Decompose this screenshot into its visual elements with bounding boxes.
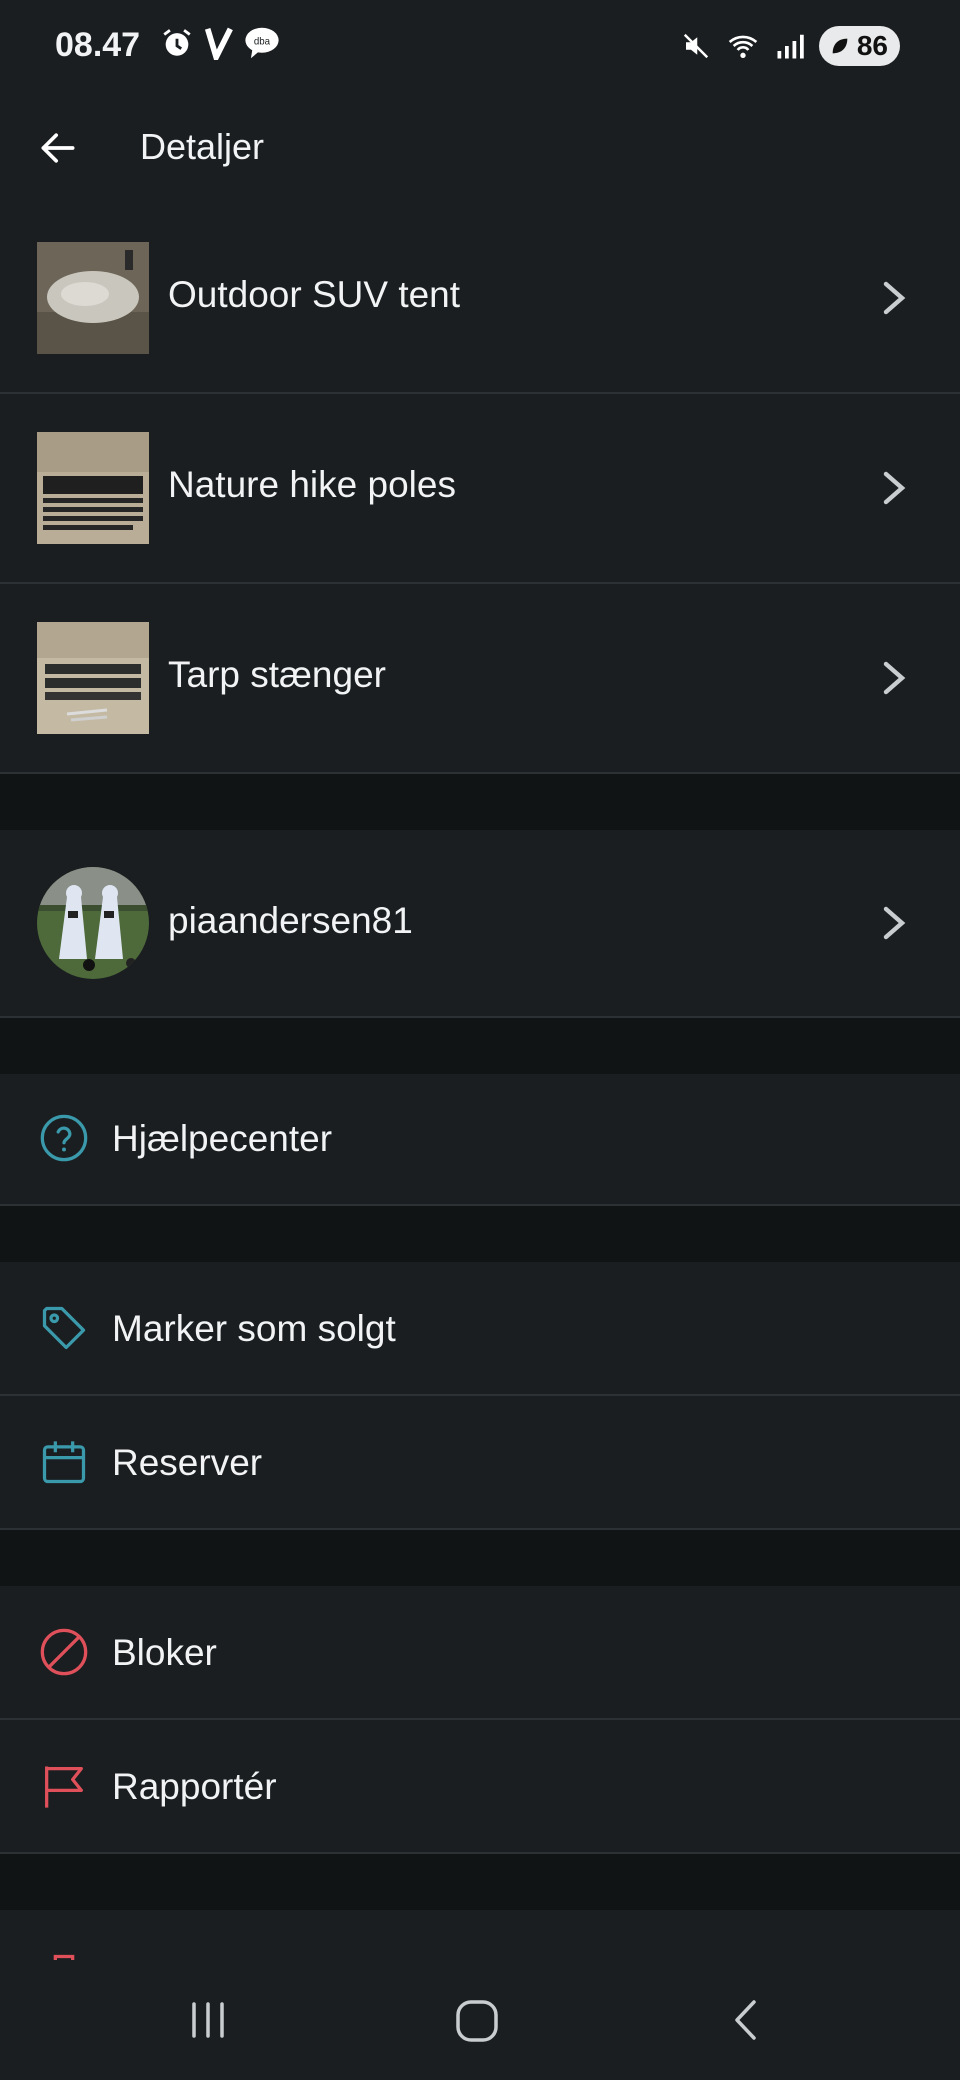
question-circle-icon <box>40 1114 88 1162</box>
help-center-label: Hjælpecenter <box>112 1118 333 1159</box>
tag-icon <box>42 1306 86 1350</box>
mark-sold-label: Marker som solgt <box>112 1308 396 1349</box>
item-thumbnail <box>37 432 149 544</box>
section-separator <box>0 1018 960 1074</box>
block-button[interactable]: Bloker <box>0 1586 960 1720</box>
chevron-right-icon <box>883 471 906 505</box>
dba-chat-icon: dba <box>245 27 279 59</box>
home-icon[interactable] <box>454 1998 500 2044</box>
status-time: 08.47 <box>55 26 141 64</box>
page-title: Detaljer <box>140 126 265 167</box>
item-title: Nature hike poles <box>168 464 456 505</box>
item-thumbnail <box>37 242 149 354</box>
signal-icon <box>777 34 804 59</box>
block-icon <box>40 1628 88 1676</box>
item-row-tarp-staenger[interactable]: Tarp stænger <box>0 584 960 774</box>
report-button[interactable]: Rapportér <box>0 1720 960 1854</box>
back-button[interactable] <box>26 116 90 180</box>
system-navigation-bar <box>0 1960 960 2080</box>
reserve-button[interactable]: Reserver <box>0 1396 960 1530</box>
battery-indicator: 86 <box>818 26 900 66</box>
chevron-right-icon <box>883 906 906 940</box>
chevron-right-icon <box>883 281 906 315</box>
app-bar: Detaljer <box>0 96 960 206</box>
item-title: Outdoor SUV tent <box>168 274 461 315</box>
seller-row[interactable]: piaandersen81 <box>0 830 960 1018</box>
back-nav-icon[interactable] <box>728 1996 762 2044</box>
flag-icon <box>45 1766 83 1808</box>
v-app-icon <box>204 27 233 60</box>
report-label: Rapportér <box>112 1766 277 1807</box>
seller-username: piaandersen81 <box>168 900 413 941</box>
section-separator <box>0 1854 960 1910</box>
reserve-label: Reserver <box>112 1442 263 1483</box>
alarm-icon <box>163 29 191 56</box>
section-separator <box>0 1206 960 1262</box>
status-bar: 08.47 dba 86 <box>0 0 960 96</box>
recent-apps-icon[interactable] <box>188 1998 228 2042</box>
mute-icon <box>683 33 708 59</box>
item-thumbnail <box>37 622 149 734</box>
avatar <box>37 867 149 979</box>
chevron-right-icon <box>883 661 906 695</box>
calendar-icon <box>42 1441 86 1484</box>
svg-text:dba: dba <box>254 36 271 47</box>
section-separator <box>0 774 960 830</box>
item-row-outdoor-suv-tent[interactable]: Outdoor SUV tent <box>0 204 960 394</box>
arrow-left-icon <box>41 133 75 163</box>
item-row-nature-hike-poles[interactable]: Nature hike poles <box>0 394 960 584</box>
section-separator <box>0 1530 960 1586</box>
item-title: Tarp stænger <box>168 654 386 695</box>
help-center-row[interactable]: Hjælpecenter <box>0 1074 960 1206</box>
leaf-icon <box>832 38 848 54</box>
wifi-icon <box>728 35 758 58</box>
block-label: Bloker <box>112 1632 217 1673</box>
battery-level: 86 <box>856 30 888 61</box>
mark-sold-button[interactable]: Marker som solgt <box>0 1262 960 1396</box>
